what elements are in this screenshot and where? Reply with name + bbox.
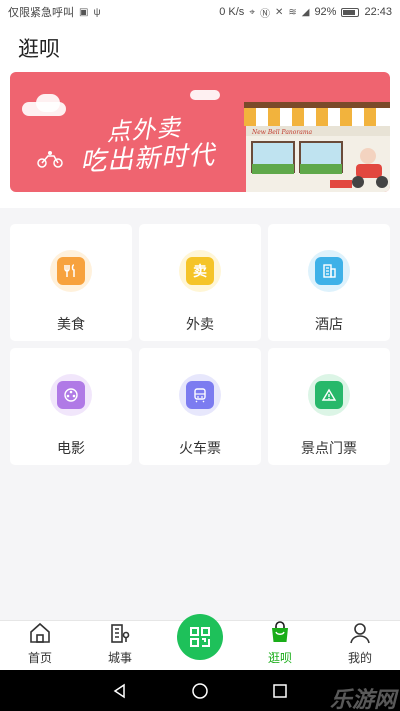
home-icon xyxy=(28,621,52,645)
notification-icon: ▣ xyxy=(79,6,89,18)
nav-item-home[interactable]: 首页 xyxy=(0,621,80,670)
category-label: 景点门票 xyxy=(301,440,357,456)
category-tile-movie[interactable]: 电影 xyxy=(10,348,132,465)
utensils-icon xyxy=(50,250,92,292)
page-header: 逛呗 xyxy=(0,24,400,72)
nav-item-city[interactable]: 城事 xyxy=(80,621,160,670)
recents-icon[interactable] xyxy=(271,682,289,700)
user-icon xyxy=(348,621,372,645)
category-label: 美食 xyxy=(57,316,85,332)
nav-item-scan[interactable] xyxy=(160,614,240,670)
nav-label: 逛呗 xyxy=(267,651,292,665)
banner-area: 点外卖 吃出新时代 New Bell Panorama xyxy=(0,72,400,208)
cloud-decoration xyxy=(36,94,60,112)
category-label: 外卖 xyxy=(186,316,214,332)
qr-scan-icon xyxy=(177,614,223,660)
category-label: 酒店 xyxy=(315,316,343,332)
bottom-nav: 首页 城事 逛呗 我的 xyxy=(0,614,400,670)
category-tile-hotel[interactable]: 酒店 xyxy=(268,224,390,341)
signal-icon: ◢ xyxy=(301,6,310,18)
nav-item-guangbei[interactable]: 逛呗 xyxy=(240,621,320,670)
network-speed: 0 K/s xyxy=(219,6,245,18)
location-icon: ⌖ xyxy=(249,6,255,18)
usb-icon: ψ xyxy=(93,6,101,18)
back-icon[interactable] xyxy=(111,682,129,700)
carrier-text: 仅限紧急呼叫 xyxy=(8,7,74,19)
battery-percent: 92% xyxy=(314,6,337,18)
city-icon xyxy=(108,621,132,645)
nav-label: 城事 xyxy=(107,651,132,665)
category-tile-train[interactable]: 火车票 xyxy=(139,348,261,465)
mute-icon: ✕ xyxy=(274,6,284,18)
shop-sign: New Bell Panorama xyxy=(251,129,313,136)
category-tile-attraction[interactable]: 景点门票 xyxy=(268,348,390,465)
category-label: 电影 xyxy=(57,440,85,456)
nav-label: 首页 xyxy=(27,651,52,665)
nav-item-profile[interactable]: 我的 xyxy=(320,621,400,670)
category-tile-takeout[interactable]: 卖 外卖 xyxy=(139,224,261,341)
promo-banner[interactable]: 点外卖 吃出新时代 New Bell Panorama xyxy=(10,72,390,192)
train-icon xyxy=(179,374,221,416)
storefront-illustration: New Bell Panorama xyxy=(244,102,390,192)
category-tile-food[interactable]: 美食 xyxy=(10,224,132,341)
cloud-decoration xyxy=(190,90,220,100)
wifi-icon: ≋ xyxy=(288,6,297,18)
mountain-ticket-icon xyxy=(308,374,350,416)
watermark: 乐游网 xyxy=(329,687,396,711)
nav-label: 我的 xyxy=(347,651,372,665)
category-label: 火车票 xyxy=(179,440,221,456)
main-content: 点外卖 吃出新时代 New Bell Panorama 美食 卖 外卖 酒店 电… xyxy=(0,72,400,465)
hotel-icon xyxy=(308,250,350,292)
film-reel-icon xyxy=(50,374,92,416)
banner-subheadline: 吃出新时代 xyxy=(79,140,216,178)
page-title: 逛呗 xyxy=(18,38,60,61)
battery-icon xyxy=(341,7,360,17)
shopping-bag-icon xyxy=(268,621,292,645)
nfc-icon: Ⓝ xyxy=(259,8,270,20)
clock: 22:43 xyxy=(364,6,392,18)
takeout-icon: 卖 xyxy=(179,250,221,292)
status-bar: 仅限紧急呼叫 ▣ ψ 0 K/s ⌖ Ⓝ ✕ ≋ ◢ 92% 22:43 xyxy=(0,0,400,24)
category-grid: 美食 卖 外卖 酒店 电影 火车票 景点门票 xyxy=(10,208,390,465)
home-circle-icon[interactable] xyxy=(191,682,209,700)
delivery-rider-icon xyxy=(37,151,63,168)
